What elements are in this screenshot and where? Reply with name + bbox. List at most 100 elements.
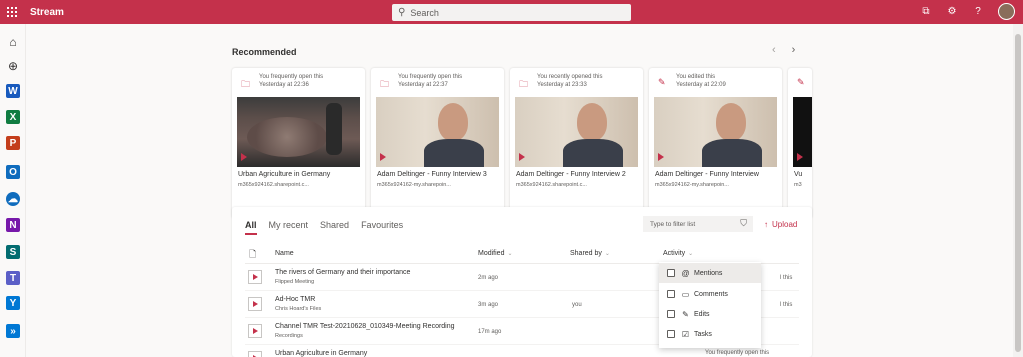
file-name[interactable]: The rivers of Germany and their importan… [275, 269, 410, 276]
play-icon [797, 153, 803, 161]
recommended-card[interactable]: 🗀 You frequently open this Yesterday at … [232, 68, 365, 219]
card-reason: You frequently open this [398, 74, 463, 80]
column-header-shared-by[interactable]: Shared by ⌄ [570, 250, 610, 257]
video-thumbnail[interactable] [654, 97, 777, 167]
video-file-icon [248, 324, 262, 338]
video-file-icon [248, 351, 262, 357]
sharepoint-icon[interactable]: S [6, 245, 20, 259]
onenote-icon[interactable]: N [6, 218, 20, 232]
previous-chevron-icon[interactable]: ‹ [772, 44, 776, 56]
comment-icon: ▭ [681, 289, 690, 299]
top-bar: Stream ⚲ Search ⧉ ⚙ ? [0, 0, 1023, 24]
option-label: Mentions [694, 269, 723, 277]
dynamics-icon[interactable]: » [6, 324, 20, 338]
file-modified: 17m ago [478, 329, 502, 335]
folder-icon: 🗀 [519, 79, 529, 89]
file-name[interactable]: Channel TMR Test-20210628_010349-Meeting… [275, 323, 455, 330]
video-thumbnail[interactable] [237, 97, 360, 167]
checkbox[interactable] [667, 310, 675, 318]
tab-favourites[interactable]: Favourites [361, 220, 403, 235]
upload-arrow-icon: ↑ [764, 220, 768, 229]
card-site: m365x924162-my.sharepoin... [377, 182, 451, 188]
pencil-icon: ✎ [658, 77, 666, 87]
settings-gear-icon[interactable]: ⚙ [946, 6, 958, 17]
card-site: m3 [794, 182, 802, 188]
card-reason: You edited this [676, 74, 716, 80]
recommended-card[interactable]: 🗀 You frequently open this Yesterday at … [371, 68, 504, 219]
play-icon [658, 153, 664, 161]
option-label: Tasks [694, 330, 712, 338]
recommended-card[interactable]: ✎ Vu m3 [788, 68, 812, 219]
recommended-card[interactable]: ✎ You edited this Yesterday at 22:09 Ada… [649, 68, 782, 219]
activity-option-edits[interactable]: ✎ Edits [659, 304, 761, 324]
card-title[interactable]: Adam Deltinger - Funny Interview 3 [377, 171, 487, 178]
search-icon: ⚲ [398, 7, 406, 18]
column-header-modified[interactable]: Modified ⌄ [478, 250, 513, 257]
teams-icon[interactable]: T [6, 271, 20, 285]
card-time: Yesterday at 23:33 [537, 82, 587, 88]
page-scrollbar[interactable] [1013, 24, 1023, 357]
activity-option-tasks[interactable]: ☑ Tasks [659, 324, 761, 344]
onedrive-icon[interactable]: ☁ [6, 192, 20, 206]
create-icon[interactable]: ⊕ [6, 59, 20, 73]
file-shared-by: you [572, 302, 582, 308]
help-icon[interactable]: ? [972, 6, 984, 17]
video-thumbnail[interactable] [376, 97, 499, 167]
card-title[interactable]: Adam Deltinger - Funny Interview 2 [516, 171, 626, 178]
at-icon: @ [681, 268, 690, 278]
video-thumbnail[interactable] [515, 97, 638, 167]
word-icon[interactable]: W [6, 84, 20, 98]
tab-shared[interactable]: Shared [320, 220, 349, 235]
filter-input[interactable]: Type to filter list ⛉ [643, 216, 753, 232]
play-icon [519, 153, 525, 161]
card-title[interactable]: Urban Agriculture in Germany [238, 171, 330, 178]
file-name[interactable]: Urban Agriculture in Germany [275, 350, 367, 357]
recommended-card[interactable]: 🗀 You recently opened this Yesterday at … [510, 68, 643, 219]
file-type-icon: 🗋 [249, 249, 257, 259]
checkbox[interactable] [667, 330, 675, 338]
upload-button[interactable]: ↑ Upload [764, 220, 797, 229]
card-title[interactable]: Vu [794, 171, 802, 178]
card-time: Yesterday at 22:09 [676, 82, 726, 88]
outlook-icon[interactable]: O [6, 165, 20, 179]
task-icon: ☑ [681, 329, 690, 339]
card-time: Yesterday at 22:36 [259, 82, 309, 88]
card-site: m365x924162.sharepoint.c... [238, 182, 309, 188]
column-header-activity[interactable]: Activity ⌄ [663, 250, 693, 257]
excel-icon[interactable]: X [6, 110, 20, 124]
avatar[interactable] [998, 3, 1015, 20]
activity-option-mentions[interactable]: @ Mentions [659, 263, 761, 283]
video-file-icon [248, 270, 262, 284]
home-icon[interactable]: ⌂ [6, 35, 20, 49]
app-title[interactable]: Stream [30, 7, 64, 18]
tab-all[interactable]: All [245, 220, 257, 235]
search-placeholder: Search [410, 7, 439, 18]
card-title[interactable]: Adam Deltinger - Funny Interview [655, 171, 759, 178]
cast-icon[interactable]: ⧉ [920, 6, 932, 17]
search-input[interactable]: ⚲ Search [392, 4, 631, 21]
powerpoint-icon[interactable]: P [6, 136, 20, 150]
file-activity: You frequently open this [705, 350, 770, 356]
file-name[interactable]: Ad-Hoc TMR [275, 296, 315, 303]
left-rail: ⌂ ⊕ W X P O ☁ N S T Y » [0, 24, 26, 357]
card-reason: You frequently open this [259, 74, 324, 80]
checkbox[interactable] [667, 269, 675, 277]
activity-option-comments[interactable]: ▭ Comments [659, 284, 761, 304]
app-launcher-icon[interactable] [0, 0, 24, 24]
play-icon [380, 153, 386, 161]
card-reason: You recently opened this [537, 74, 603, 80]
column-header-name[interactable]: Name [275, 250, 294, 257]
video-thumbnail[interactable] [793, 97, 812, 167]
pencil-icon: ✎ [797, 77, 805, 87]
file-location: Flipped Meeting [275, 279, 315, 285]
option-label: Edits [694, 310, 710, 318]
yammer-icon[interactable]: Y [6, 296, 20, 310]
scrollbar-thumb[interactable] [1015, 34, 1021, 352]
next-chevron-icon[interactable]: › [792, 44, 796, 56]
recommended-title: Recommended [232, 47, 297, 57]
tab-my-recent[interactable]: My recent [269, 220, 309, 235]
card-site: m365x924162-my.sharepoin... [655, 182, 729, 188]
checkbox[interactable] [667, 290, 675, 298]
filter-icon: ⛉ [740, 218, 747, 228]
pencil-icon: ✎ [682, 309, 689, 319]
